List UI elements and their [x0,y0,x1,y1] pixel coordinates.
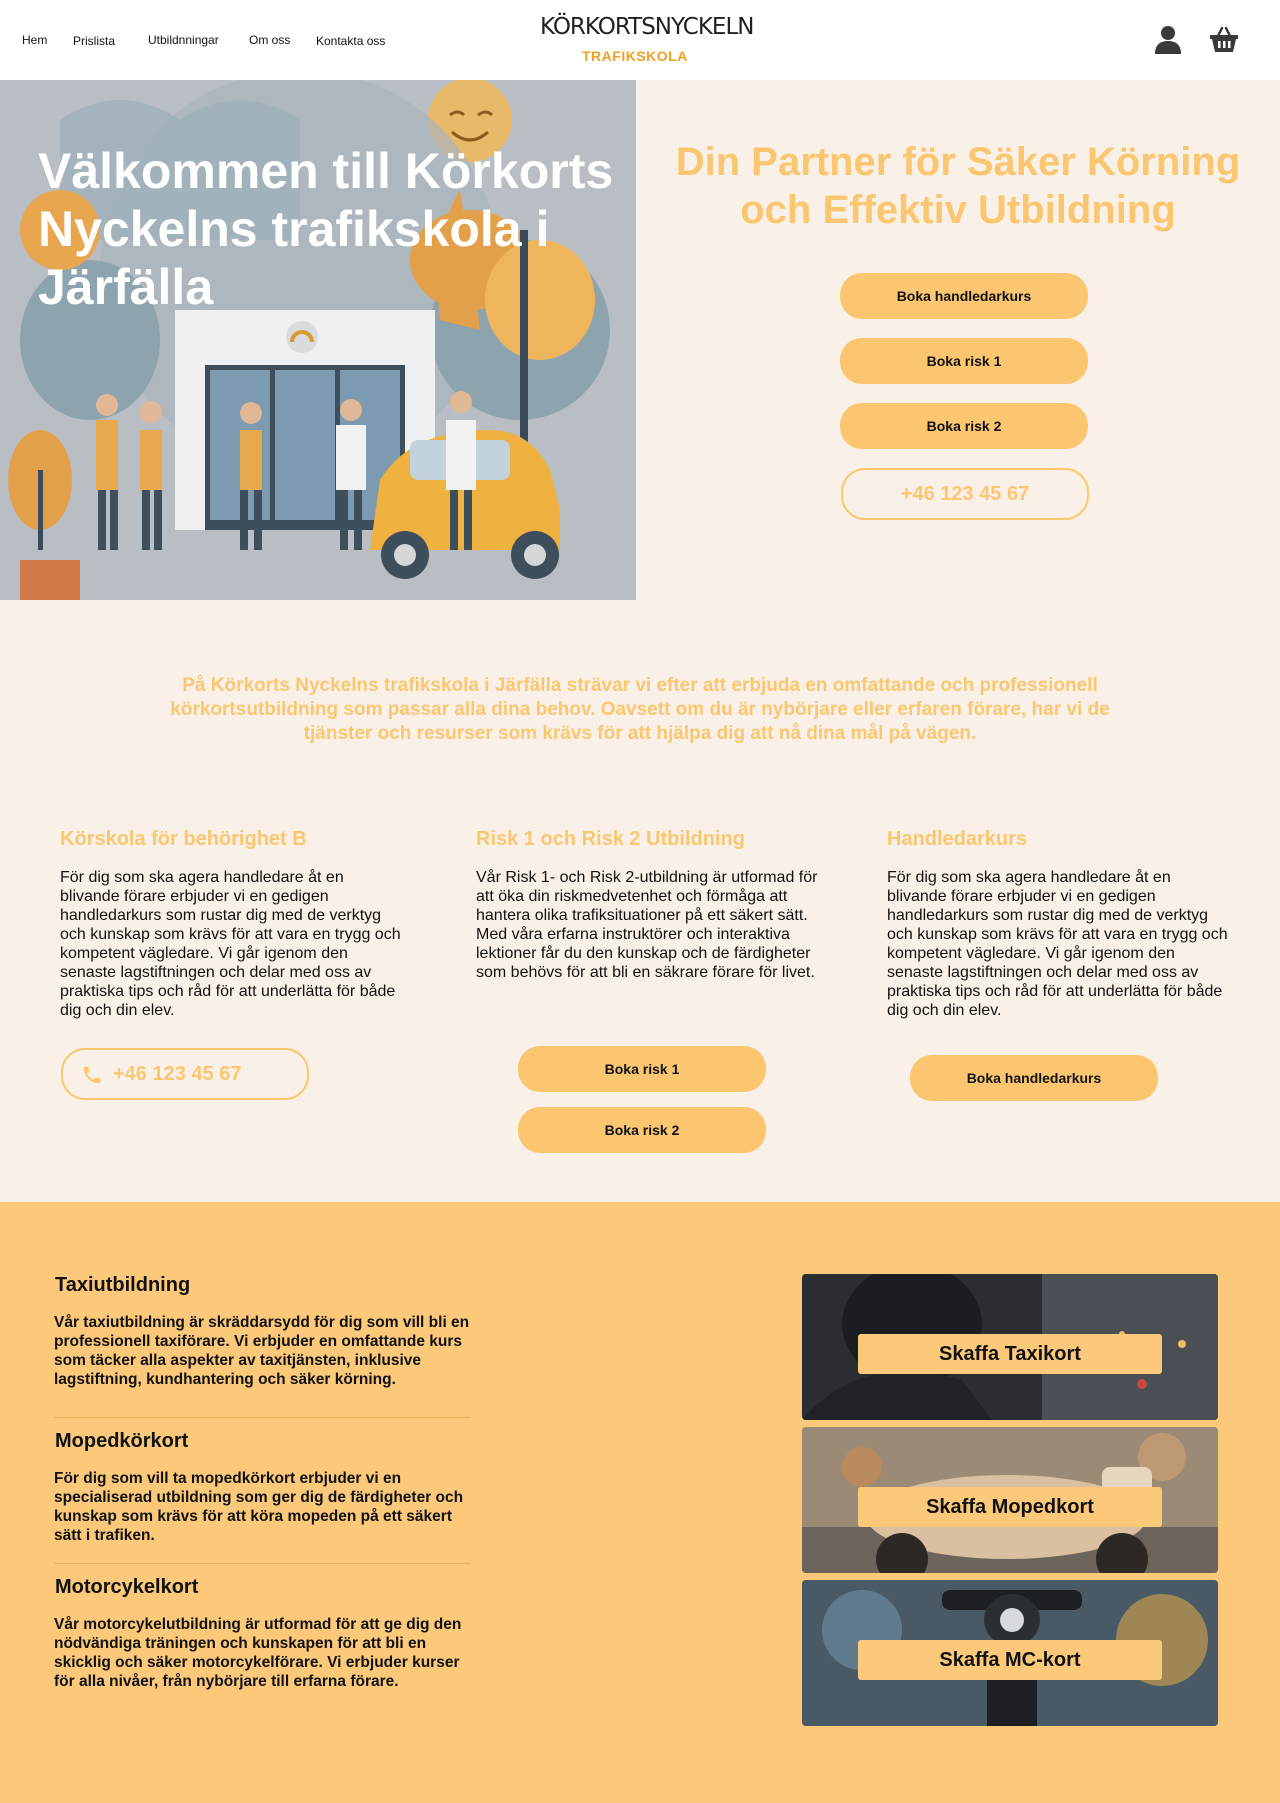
nav-item-hem[interactable]: Hem [22,33,47,47]
intro-text: På Körkorts Nyckelns trafikskola i Järfä… [170,675,1110,744]
service-taxi-text: Vår taxiutbildning är skräddarsydd för d… [54,1314,470,1388]
moped-card[interactable]: Skaffa Mopedkort [802,1427,1218,1573]
divider [54,1417,470,1418]
phone-icon [83,1066,101,1084]
col1-title: Körskola för behörighet B [60,828,307,850]
col3-text: För dig som ska agera handledare åt en b… [887,869,1228,1019]
nav-item-utbildningar[interactable]: Utbildnningar [148,33,219,47]
intro-section: På Körkorts Nyckelns trafikskola i Järfä… [0,600,1280,1202]
col2-title: Risk 1 och Risk 2 Utbildning [476,828,745,850]
book-risk2-button[interactable]: Boka risk 2 [840,403,1088,449]
services-section: Taxiutbildning Vår taxiutbildning är skr… [0,1202,1280,1803]
mc-card-label[interactable]: Skaffa MC-kort [858,1640,1162,1680]
service-mc-title: Motorcykelkort [55,1576,199,1598]
logo-sub: TRAFIKSKOLA [582,48,688,64]
hero-image: Välkommen till Körkorts Nyckelns trafiks… [0,80,636,600]
nav-item-om-oss[interactable]: Om oss [249,33,290,47]
mc-card[interactable]: Skaffa MC-kort [802,1580,1218,1726]
col3-title: Handledarkurs [887,828,1028,850]
partner-title: Din Partner för Säker Körning och Effekt… [675,140,1241,232]
service-taxi-title: Taxiutbildning [55,1274,191,1296]
book-handledarkurs-button[interactable]: Boka handledarkurs [840,273,1088,319]
service-moped-text: För dig som vill ta mopedkörkort erbjude… [54,1470,464,1544]
service-moped-title: Mopedkörkort [55,1430,189,1452]
logo-name: KÖRKORTSNYCKELN [540,14,754,40]
hero-booking-panel: Din Partner för Säker Körning och Effekt… [636,80,1280,600]
phone-button[interactable]: +46 123 45 67 [841,468,1089,520]
book-risk1-button[interactable]: Boka risk 1 [840,338,1088,384]
site-logo[interactable]: KÖRKORTSNYCKELN TRAFIKSKOLA [540,14,754,66]
taxi-card[interactable]: Skaffa Taxikort [802,1274,1218,1420]
col1-phone-button[interactable]: +46 123 45 67 [61,1048,309,1100]
moped-card-label[interactable]: Skaffa Mopedkort [858,1487,1162,1527]
site-header: Hem Prislista Utbildnningar Om oss Konta… [0,0,1280,80]
col1-phone-label: +46 123 45 67 [113,1063,242,1085]
hero-title: Välkommen till Körkorts Nyckelns trafiks… [38,143,614,315]
col1-text: För dig som ska agera handledare åt en b… [60,869,401,1019]
col2-text: Vår Risk 1- och Risk 2-utbildning är utf… [476,869,818,981]
user-icon[interactable] [1153,24,1183,54]
col3-book-handledarkurs-button[interactable]: Boka handledarkurs [910,1055,1158,1101]
divider [54,1563,470,1564]
col2-book-risk1-button[interactable]: Boka risk 1 [518,1046,766,1092]
service-mc-text: Vår motorcykelutbildning är utformad för… [54,1616,462,1690]
taxi-card-label[interactable]: Skaffa Taxikort [858,1334,1162,1374]
cart-icon[interactable] [1209,24,1239,54]
nav-item-kontakta-oss[interactable]: Kontakta oss [316,34,385,48]
nav-item-prislista[interactable]: Prislista [73,34,115,48]
col2-book-risk2-button[interactable]: Boka risk 2 [518,1107,766,1153]
